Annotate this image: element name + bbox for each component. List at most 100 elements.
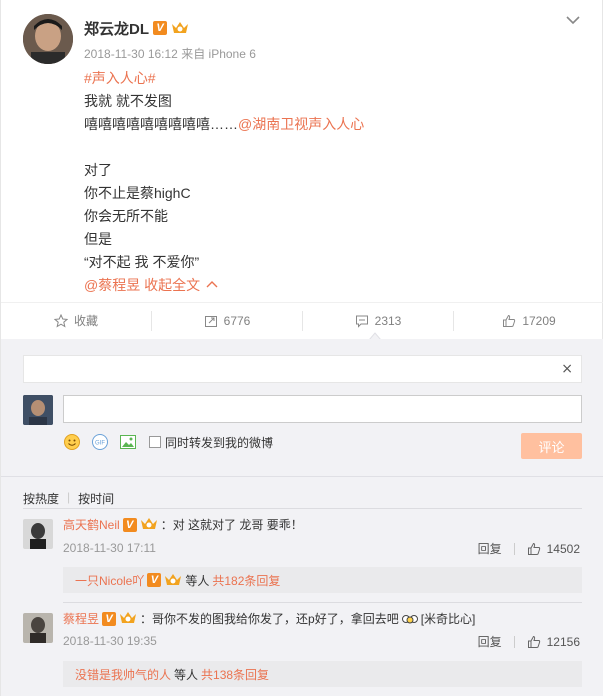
repost-checkbox[interactable] xyxy=(149,436,161,448)
gif-icon[interactable]: GIF xyxy=(91,433,109,451)
sub-reply-user[interactable]: 没错是我帅气的人 xyxy=(75,666,171,683)
comment-actions: 回复 14502 xyxy=(478,540,580,557)
post-text: 你会无所不能 xyxy=(84,208,168,224)
commenter-avatar[interactable] xyxy=(23,519,53,549)
sort-separator: | xyxy=(67,490,71,504)
post-link[interactable]: @湖南卫视声入人心 xyxy=(238,116,364,132)
weibo-post-card: 郑云龙DL V 2018-11-30 16:12 来自 iPhone 6 #声入… xyxy=(0,0,603,696)
post-text: 我就 就不发图 xyxy=(84,93,172,109)
verified-icon: V xyxy=(153,21,167,35)
comment-text: ：哥你不发的图我给你发了，还p好了，拿回去吧 xyxy=(140,612,399,626)
comment-line: 蔡程昱 V ：哥你不发的图我给你发了，还p好了，拿回去吧 [米奇比心] xyxy=(63,610,475,627)
comment-text: ：对 这就对了 龙哥 要乖！ xyxy=(160,518,303,532)
repost-count: 6776 xyxy=(223,313,251,328)
vip-crown-icon xyxy=(119,610,137,627)
separator xyxy=(513,635,515,648)
commenter-name[interactable]: 蔡程昱 xyxy=(63,610,99,627)
sort-tabs: 按热度 | 按时间 xyxy=(23,490,114,507)
post-text: 对了 xyxy=(84,162,112,178)
action-bar: 收藏 6776 2313 17209 xyxy=(1,302,603,338)
post-content-line: 嘻嘻嘻嘻嘻嘻嘻嘻嘻……@湖南卫视声入人心 xyxy=(84,113,364,136)
post-content-line: 但是 xyxy=(84,228,364,251)
divider xyxy=(23,508,582,509)
post-text: 嘻嘻嘻嘻嘻嘻嘻嘻嘻…… xyxy=(84,116,238,132)
sub-reply-count[interactable]: 共138条回复 xyxy=(201,666,269,683)
current-user-avatar[interactable] xyxy=(23,395,53,425)
divider xyxy=(63,602,582,603)
reply-button[interactable]: 回复 xyxy=(478,633,502,650)
comment-time: 2018-11-30 19:35 xyxy=(63,634,157,648)
verified-icon: V xyxy=(102,611,117,626)
sort-by-heat[interactable]: 按热度 xyxy=(23,490,59,507)
comment-tools: GIF 同时转发到我的微博 xyxy=(63,432,273,452)
comment-like-count: 14502 xyxy=(546,541,580,556)
notice-bar: × xyxy=(23,355,582,383)
comment-actions: 回复 12156 xyxy=(478,633,580,650)
vip-crown-icon xyxy=(140,516,158,533)
thumbs-up-icon xyxy=(503,314,516,327)
sub-reply-text: 等人 xyxy=(185,573,210,588)
author-line: 郑云龙DL V xyxy=(84,17,189,39)
sub-reply-user[interactable]: 一只Nicole吖 xyxy=(75,572,144,589)
vip-crown-icon xyxy=(171,20,189,37)
reply-button[interactable]: 回复 xyxy=(478,540,502,557)
comment-pointer xyxy=(369,332,381,340)
post-content-line: #声入人心# xyxy=(84,67,364,90)
post-text: 你不止是蔡highC xyxy=(84,185,191,201)
verified-icon: V xyxy=(147,573,162,587)
post-link[interactable]: @蔡程昱 xyxy=(84,277,140,293)
comment-text-tail: [米奇比心] xyxy=(420,612,476,626)
thumbs-up-icon[interactable] xyxy=(527,635,541,649)
separator xyxy=(513,542,515,555)
vip-crown-icon xyxy=(164,572,182,589)
submit-comment-button[interactable]: 评论 xyxy=(521,433,582,459)
like-button[interactable]: 17209 xyxy=(454,311,603,331)
favorite-button[interactable]: 收藏 xyxy=(1,310,152,331)
chevron-down-icon[interactable] xyxy=(566,14,580,25)
like-count: 17209 xyxy=(522,313,556,328)
close-icon[interactable]: × xyxy=(561,361,573,377)
repost-icon xyxy=(204,315,217,327)
comment-count: 2313 xyxy=(374,313,402,328)
star-icon xyxy=(53,313,68,328)
comment-button[interactable]: 2313 xyxy=(303,310,454,331)
post-link[interactable]: #声入人心# xyxy=(84,70,156,86)
favorite-label: 收藏 xyxy=(73,314,98,328)
post-text: “对不起 我 不爱你” xyxy=(84,254,200,270)
commenter-name[interactable]: 高天鹤Neil xyxy=(63,516,120,533)
post-content-line: @蔡程昱 收起全文 xyxy=(84,274,364,297)
repost-checkbox-label: 同时转发到我的微博 xyxy=(165,435,274,450)
divider xyxy=(1,476,603,477)
emoji-icon[interactable] xyxy=(63,433,81,451)
post-content-line: 你会无所不能 xyxy=(84,205,364,228)
sub-reply-count[interactable]: 共182条回复 xyxy=(212,572,280,589)
comment-icon xyxy=(355,315,368,328)
post-content-line xyxy=(84,136,364,159)
svg-text:GIF: GIF xyxy=(95,441,105,447)
sort-by-time[interactable]: 按时间 xyxy=(78,490,114,507)
post-content: #声入人心# 我就 就不发图嘻嘻嘻嘻嘻嘻嘻嘻嘻……@湖南卫视声入人心对了你不止是蔡… xyxy=(84,67,364,297)
comment-time: 2018-11-30 17:11 xyxy=(63,541,156,555)
sub-replies-box[interactable]: 没错是我帅气的人 等人 共138条回复 xyxy=(63,661,582,687)
comment-like-count: 12156 xyxy=(546,634,580,649)
post-meta: 2018-11-30 16:12 来自 iPhone 6 xyxy=(84,47,256,61)
verified-icon: V xyxy=(122,517,137,532)
post-link[interactable]: 收起全文 xyxy=(140,277,200,293)
thumbs-up-icon[interactable] xyxy=(527,542,541,556)
commenter-avatar[interactable] xyxy=(23,613,53,643)
sub-reply-text: 等人 xyxy=(174,667,199,682)
repost-button[interactable]: 6776 xyxy=(152,310,303,331)
chevron-up-icon[interactable] xyxy=(200,277,218,293)
post-content-line: 对了 xyxy=(84,159,364,182)
post-text: 但是 xyxy=(84,231,112,247)
sub-replies-box[interactable]: 一只Nicole吖 V 等人 共182条回复 xyxy=(63,567,582,593)
author-avatar[interactable] xyxy=(23,14,73,64)
author-name[interactable]: 郑云龙DL xyxy=(84,18,149,39)
post-content-line: 你不止是蔡highC xyxy=(84,182,364,205)
mickey-heart-emoji-icon xyxy=(401,612,418,626)
post-content-line: “对不起 我 不爱你” xyxy=(84,251,364,274)
image-icon[interactable] xyxy=(119,433,137,451)
comment-line: 高天鹤Neil V ：对 这就对了 龙哥 要乖！ xyxy=(63,516,303,533)
post-content-line: 我就 就不发图 xyxy=(84,90,364,113)
comment-input[interactable] xyxy=(63,395,582,423)
